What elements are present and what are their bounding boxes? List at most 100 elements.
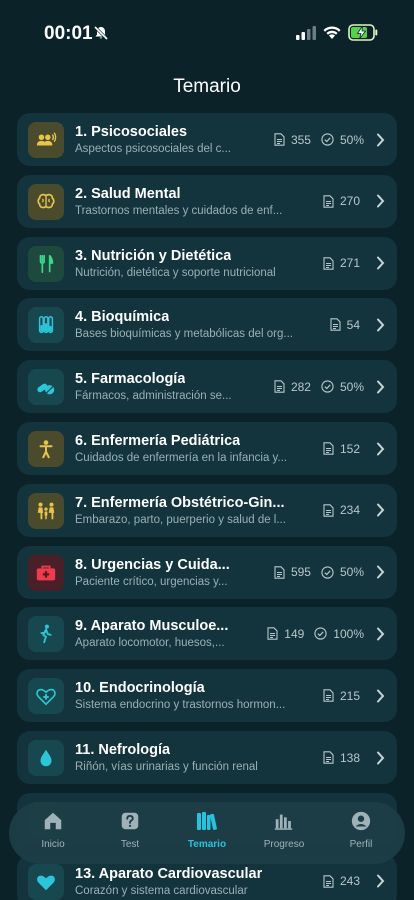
question-count: 595 [290, 565, 311, 580]
test-tubes-icon [28, 307, 64, 344]
topic-card[interactable]: 7. Enfermería Obstétrico-Gin... Embarazo… [17, 483, 397, 537]
tab-test[interactable]: Test [94, 802, 166, 864]
topic-subtitle: Corazón y sistema cardiovascular [75, 884, 248, 897]
question-count: 234 [339, 503, 360, 518]
pills-icon [28, 369, 64, 406]
topic-card[interactable]: 8. Urgencias y Cuida... Paciente crítico… [17, 545, 397, 599]
question-count: 271 [339, 256, 360, 271]
tab-label: Perfil [349, 839, 373, 850]
topic-card[interactable]: 3. Nutrición y Dietética Nutrición, diet… [17, 236, 397, 290]
medical-kit-icon [28, 554, 64, 591]
topic-subtitle: Aspectos psicosociales del c... [75, 143, 231, 155]
tab-label: Test [120, 839, 140, 850]
topic-subtitle: Riñón, vías urinarias y función renal [75, 761, 258, 773]
water-drop-icon [28, 740, 64, 776]
chevron-right-icon [377, 380, 385, 394]
home-icon [42, 810, 64, 832]
topic-meta: 152 [323, 422, 385, 475]
topic-card[interactable]: 4. Bioquímica Bases bioquímicas y metabó… [17, 298, 397, 352]
status-time: 00:01 [44, 23, 93, 44]
topic-card[interactable]: 6. Enfermería Pediátrica Cuidados de enf… [17, 422, 397, 475]
heart-icon [28, 863, 64, 900]
family-icon [28, 492, 64, 529]
topic-subtitle: Paciente crítico, urgencias y... [75, 575, 228, 588]
bottom-tab-bar: Inicio Test Temario Progreso Perfil [9, 802, 405, 864]
topic-title: 5. Farmacología [75, 371, 186, 388]
chevron-right-icon [377, 442, 385, 455]
question-count: 215 [339, 688, 360, 703]
topic-card[interactable]: 9. Aparato Musculoe... Aparato locomotor… [17, 607, 397, 661]
tab-progreso[interactable]: Progreso [248, 802, 320, 864]
document-icon [274, 565, 285, 579]
topic-card[interactable]: 1. Psicosociales Aspectos psicosociales … [17, 113, 397, 166]
progress-percent: 50% [339, 132, 364, 147]
question-count: 282 [290, 379, 311, 394]
topic-meta: 54 [330, 298, 385, 351]
check-circle-icon [314, 627, 327, 641]
chevron-right-icon [377, 194, 385, 208]
topic-title: 11. Nefrología [75, 742, 171, 758]
document-icon [274, 380, 285, 393]
topic-title: 13. Aparato Cardiovascular [75, 865, 263, 882]
fork-knife-icon [28, 245, 64, 282]
topic-title: 7. Enfermería Obstétrico-Gin... [75, 494, 285, 511]
heart-plus-icon [28, 678, 64, 715]
question-count: 270 [339, 194, 360, 209]
check-circle-icon [321, 133, 334, 146]
progress-percent: 50% [339, 379, 364, 394]
chevron-right-icon [377, 503, 385, 517]
topic-subtitle: Bases bioquímicas y metabólicas del org.… [75, 328, 293, 341]
chevron-right-icon [377, 318, 385, 332]
document-icon [323, 442, 334, 455]
topic-meta: 355 50% [274, 113, 385, 166]
topic-subtitle: Trastornos mentales y cuidados de enf... [75, 204, 283, 217]
document-icon [323, 751, 334, 764]
document-icon [323, 504, 334, 517]
page-title: Temario [173, 76, 241, 97]
topic-meta: 271 [323, 237, 385, 290]
profile-icon [350, 810, 372, 832]
chevron-right-icon [377, 256, 385, 270]
progress-percent: 100% [333, 626, 364, 641]
topic-title: 10. Endocrinología [75, 680, 205, 697]
tab-inicio[interactable]: Inicio [17, 802, 89, 864]
topic-subtitle: Embarazo, parto, puerperio y salud de l.… [75, 513, 286, 526]
topic-card[interactable]: 5. Farmacología Fármacos, administración… [17, 360, 397, 414]
status-bar: 00:01 [0, 0, 414, 60]
topic-subtitle: Fármacos, administración se... [75, 390, 232, 403]
bar-chart-icon [273, 810, 295, 832]
question-count: 138 [339, 750, 360, 765]
topic-title: 4. Bioquímica [75, 309, 170, 326]
topic-card[interactable]: 2. Salud Mental Trastornos mentales y cu… [17, 174, 397, 228]
question-count: 54 [346, 317, 360, 332]
tab-temario[interactable]: Temario [171, 802, 243, 864]
tab-label: Progreso [263, 839, 305, 850]
wifi-icon [323, 26, 341, 39]
topic-meta: 215 [323, 669, 385, 722]
topic-subtitle: Cuidados de enfermería en la infancia y.… [75, 452, 288, 464]
topic-card[interactable]: 11. Nefrología Riñón, vías urinarias y f… [17, 731, 397, 784]
question-count: 355 [290, 132, 311, 147]
people-speaking-icon [28, 122, 64, 158]
topic-meta: 234 [323, 484, 385, 537]
document-icon [323, 195, 334, 208]
topic-meta: 595 50% [274, 546, 385, 599]
topic-subtitle: Nutrición, dietética y soporte nutricion… [75, 266, 276, 279]
topic-meta: 282 50% [274, 360, 385, 413]
topic-title: 3. Nutrición y Dietética [75, 247, 232, 264]
chevron-right-icon [377, 565, 385, 579]
check-circle-icon [321, 565, 334, 579]
document-icon [330, 318, 341, 332]
topic-title: 9. Aparato Musculoe... [75, 618, 229, 635]
topic-title: 2. Salud Mental [75, 185, 181, 202]
tab-perfil[interactable]: Perfil [325, 802, 397, 864]
child-icon [28, 431, 64, 467]
topic-subtitle: Aparato locomotor, huesos,... [75, 637, 225, 650]
chevron-right-icon [377, 689, 385, 703]
topic-title: 1. Psicosociales [75, 124, 188, 140]
question-icon [119, 810, 141, 832]
topic-subtitle: Sistema endocrino y trastornos hormon... [75, 699, 286, 712]
chevron-right-icon [377, 751, 385, 764]
chevron-right-icon [377, 627, 385, 641]
topic-card[interactable]: 10. Endocrinología Sistema endocrino y t… [17, 669, 397, 723]
